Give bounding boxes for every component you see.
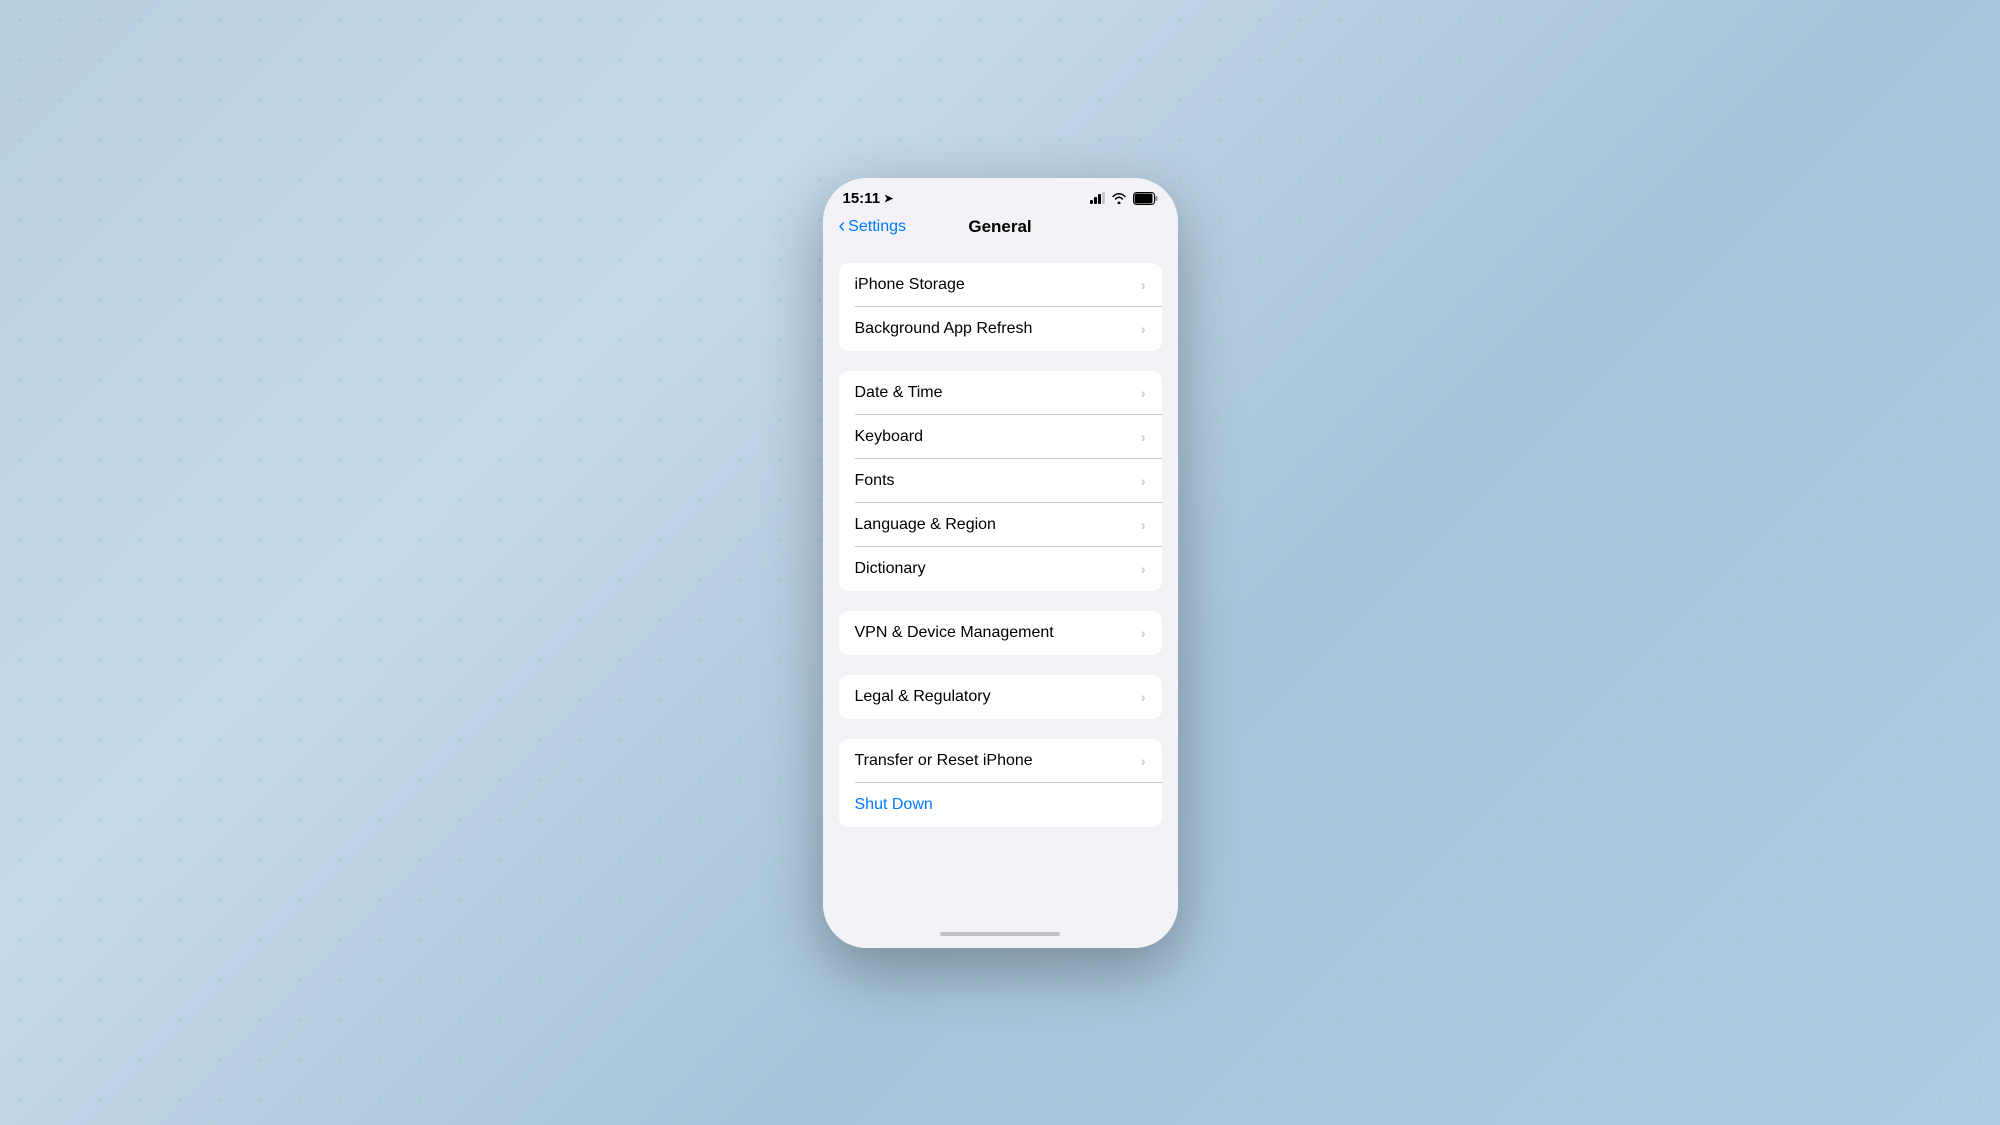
language-region-right: ›: [1141, 517, 1146, 533]
dictionary-label: Dictionary: [855, 560, 926, 578]
signal-bar-2: [1094, 197, 1097, 204]
vpn-device-right: ›: [1141, 625, 1146, 641]
back-label: Settings: [848, 218, 906, 236]
back-button[interactable]: ‹ Settings: [839, 215, 906, 238]
legal-regulatory-row[interactable]: Legal & Regulatory ›: [839, 675, 1162, 719]
legal-regulatory-chevron-icon: ›: [1141, 689, 1146, 705]
language-region-row[interactable]: Language & Region ›: [839, 503, 1162, 547]
status-bar: 15:11 ➤: [823, 178, 1178, 213]
vpn-device-label: VPN & Device Management: [855, 624, 1054, 642]
fonts-label: Fonts: [855, 472, 895, 490]
storage-section-group: iPhone Storage › Background App Refresh …: [839, 263, 1162, 351]
date-time-chevron-icon: ›: [1141, 385, 1146, 401]
vpn-section-group: VPN & Device Management ›: [839, 611, 1162, 655]
iphone-storage-chevron-icon: ›: [1141, 277, 1146, 293]
shut-down-label: Shut Down: [855, 796, 933, 814]
fonts-right: ›: [1141, 473, 1146, 489]
signal-bar-4: [1102, 192, 1105, 204]
iphone-frame: 15:11 ➤: [823, 178, 1178, 948]
dictionary-chevron-icon: ›: [1141, 561, 1146, 577]
dictionary-row[interactable]: Dictionary ›: [839, 547, 1162, 591]
time-display: 15:11: [843, 190, 881, 207]
signal-bar-1: [1090, 200, 1093, 204]
fonts-row[interactable]: Fonts ›: [839, 459, 1162, 503]
iphone-storage-row[interactable]: iPhone Storage ›: [839, 263, 1162, 307]
transfer-reset-chevron-icon: ›: [1141, 753, 1146, 769]
transfer-reset-row[interactable]: Transfer or Reset iPhone ›: [839, 739, 1162, 783]
transfer-reset-right: ›: [1141, 753, 1146, 769]
keyboard-right: ›: [1141, 429, 1146, 445]
language-region-label: Language & Region: [855, 516, 996, 534]
signal-bar-3: [1098, 194, 1101, 204]
date-time-right: ›: [1141, 385, 1146, 401]
iphone-storage-label: iPhone Storage: [855, 276, 965, 294]
background-app-refresh-label: Background App Refresh: [855, 320, 1033, 338]
status-time: 15:11 ➤: [843, 190, 894, 207]
nav-bar: ‹ Settings General: [823, 213, 1178, 247]
legal-regulatory-right: ›: [1141, 689, 1146, 705]
dictionary-right: ›: [1141, 561, 1146, 577]
vpn-device-chevron-icon: ›: [1141, 625, 1146, 641]
legal-regulatory-label: Legal & Regulatory: [855, 688, 991, 706]
home-indicator: [823, 920, 1178, 948]
iphone-storage-right: ›: [1141, 277, 1146, 293]
location-icon: ➤: [884, 192, 893, 205]
reset-section-group: Transfer or Reset iPhone › Shut Down: [839, 739, 1162, 827]
background-app-refresh-right: ›: [1141, 321, 1146, 337]
bottom-spacer: [823, 847, 1178, 867]
transfer-reset-label: Transfer or Reset iPhone: [855, 752, 1033, 770]
settings-content: iPhone Storage › Background App Refresh …: [823, 247, 1178, 920]
vpn-device-row[interactable]: VPN & Device Management ›: [839, 611, 1162, 655]
locale-section-group: Date & Time › Keyboard › Fonts › Languag…: [839, 371, 1162, 591]
keyboard-label: Keyboard: [855, 428, 924, 446]
back-chevron-icon: ‹: [839, 215, 846, 238]
home-bar: [940, 932, 1060, 936]
legal-section-group: Legal & Regulatory ›: [839, 675, 1162, 719]
keyboard-row[interactable]: Keyboard ›: [839, 415, 1162, 459]
status-icons: [1090, 192, 1158, 205]
date-time-row[interactable]: Date & Time ›: [839, 371, 1162, 415]
background-app-refresh-chevron-icon: ›: [1141, 321, 1146, 337]
shut-down-row[interactable]: Shut Down: [839, 783, 1162, 827]
language-region-chevron-icon: ›: [1141, 517, 1146, 533]
page-title: General: [968, 217, 1031, 237]
signal-bars-icon: [1090, 192, 1105, 204]
date-time-label: Date & Time: [855, 384, 943, 402]
wifi-icon: [1111, 192, 1127, 204]
background-app-refresh-row[interactable]: Background App Refresh ›: [839, 307, 1162, 351]
fonts-chevron-icon: ›: [1141, 473, 1146, 489]
battery-icon: [1133, 192, 1158, 205]
keyboard-chevron-icon: ›: [1141, 429, 1146, 445]
